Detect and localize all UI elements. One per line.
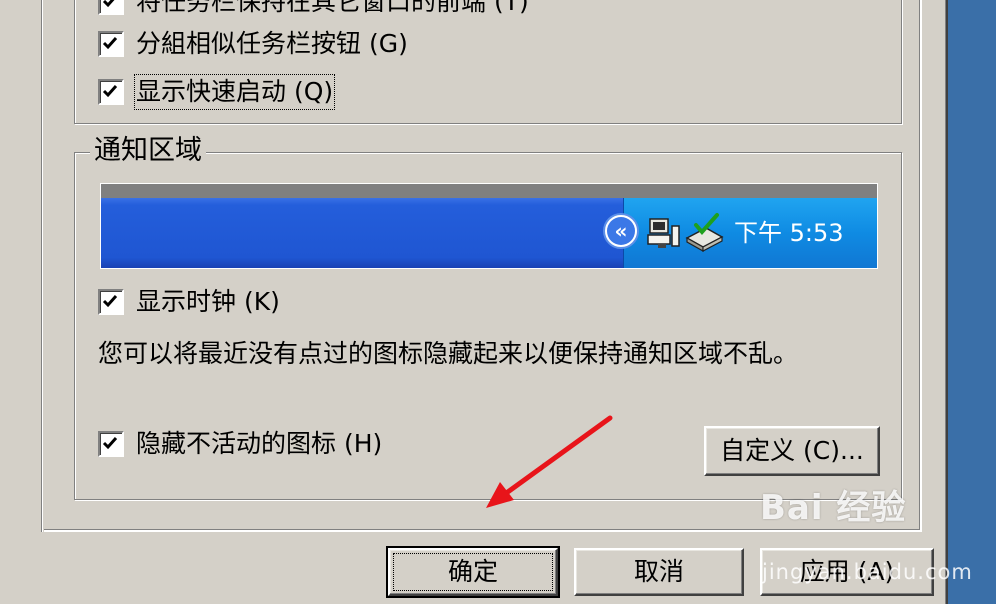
tray-clock-preview: 下午 5:53 — [734, 219, 844, 247]
taskbar-preview-bar — [101, 198, 623, 268]
keep-on-top-option[interactable]: 将任务栏保持在其它窗口的前端 (T) — [98, 0, 529, 18]
hide-inactive-checkbox[interactable] — [98, 431, 124, 457]
notification-info-text: 您可以将最近没有点过的图标隐藏起来以便保持通知区域不乱。 — [98, 339, 799, 368]
watermark-url: jingyan.baidu.com — [762, 560, 973, 584]
keep-on-top-label: 将任务栏保持在其它窗口的前端 (T) — [136, 0, 529, 16]
keep-on-top-checkbox[interactable] — [98, 0, 124, 15]
show-hidden-icons-chevron-icon: « — [603, 213, 639, 249]
group-similar-option[interactable]: 分組相似任务栏按钮 (G) — [98, 28, 408, 60]
hide-inactive-option[interactable]: 隐藏不活动的图标 (H) — [98, 428, 382, 460]
customize-button[interactable]: 自定义 (C)... — [704, 426, 880, 476]
quick-launch-checkbox[interactable] — [98, 79, 124, 105]
notification-area-title: 通知区域 — [90, 134, 206, 168]
safely-remove-hardware-icon — [685, 213, 724, 252]
ok-button[interactable]: 确定 — [386, 546, 560, 598]
quick-launch-label: 显示快速启动 (Q) — [133, 74, 336, 110]
desktop-background — [948, 0, 996, 604]
network-computer-icon — [647, 218, 680, 248]
hide-inactive-label: 隐藏不活动的图标 (H) — [136, 429, 383, 458]
cancel-button[interactable]: 取消 — [574, 548, 744, 596]
show-clock-label: 显示时钟 (K) — [136, 287, 280, 316]
quick-launch-option[interactable]: 显示快速启动 (Q) — [98, 74, 336, 110]
show-clock-option[interactable]: 显示时钟 (K) — [98, 286, 280, 318]
group-similar-label: 分組相似任务栏按钮 (G) — [136, 29, 408, 58]
group-similar-checkbox[interactable] — [98, 31, 124, 57]
show-clock-checkbox[interactable] — [98, 289, 124, 315]
watermark-logo: Bai 经验 — [760, 488, 907, 528]
